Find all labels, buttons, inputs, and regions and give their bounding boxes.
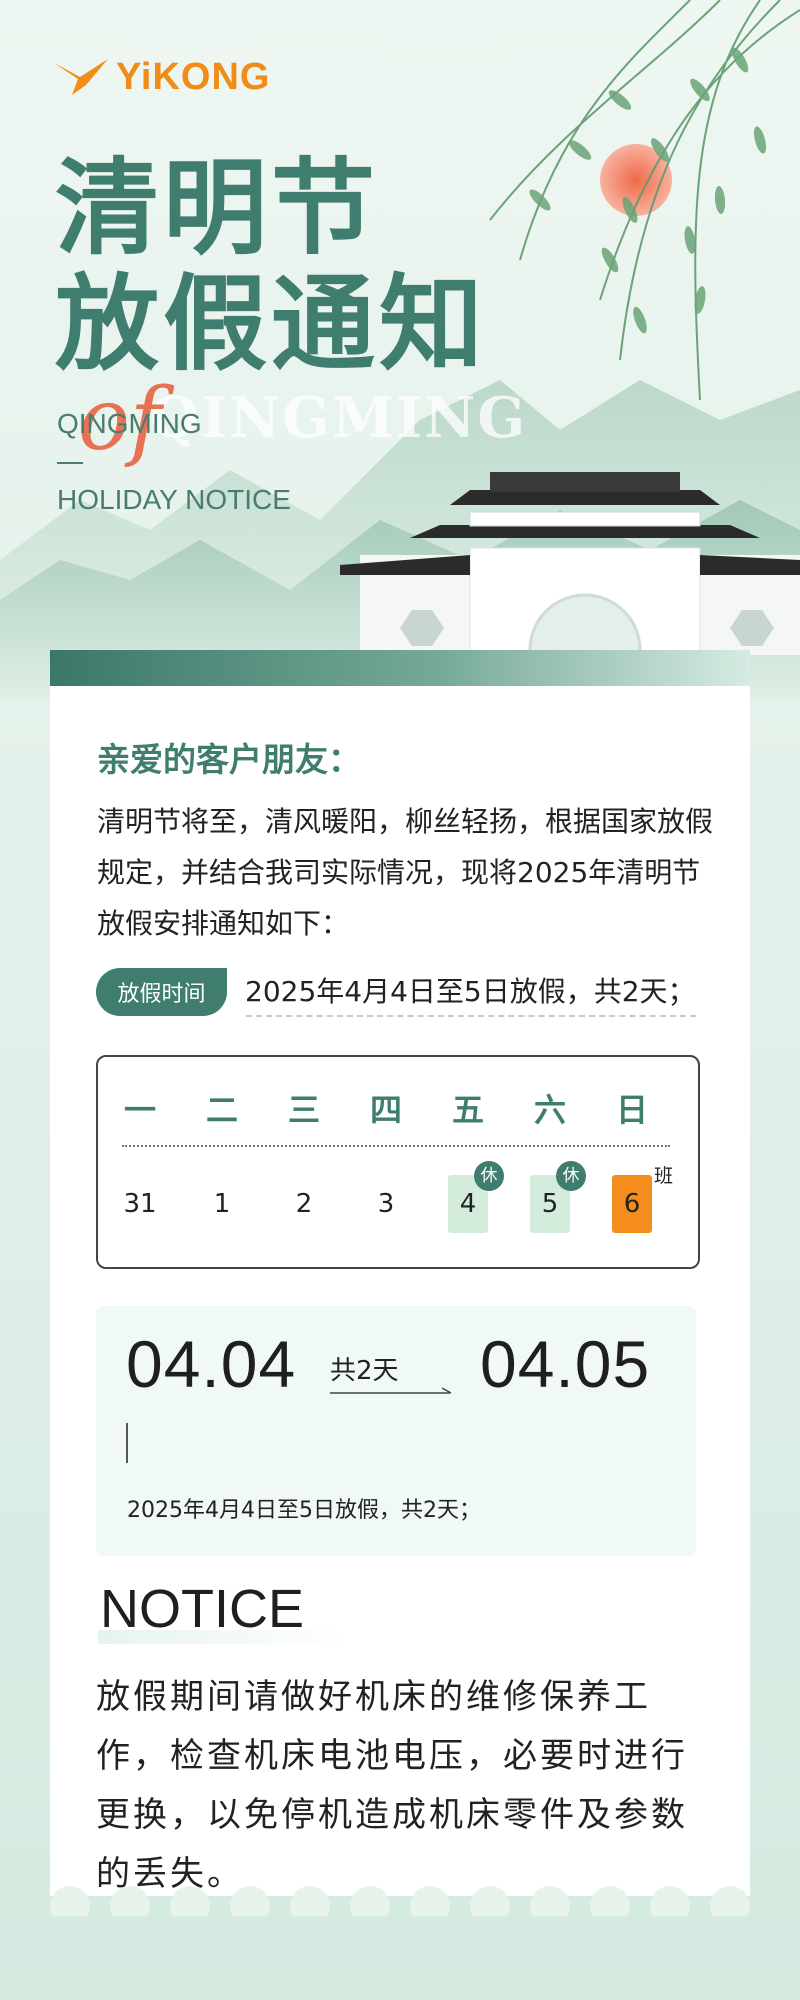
range-note: 2025年4月4日至5日放假，共2天； (127, 1498, 481, 1523)
greeting: 亲爱的客户朋友： (97, 740, 361, 779)
dashed-underline (246, 1015, 696, 1017)
rest-badge: 休 (474, 1161, 504, 1191)
day-1: 1 (213, 1189, 231, 1219)
day-6-workday: 6 (612, 1175, 652, 1233)
weekday-sat: 六 (533, 1091, 566, 1129)
intro-paragraph: 清明节将至，清风暖阳，柳丝轻扬，根据国家放假规定，并结合我司实际情况，现将202… (97, 805, 714, 940)
rest-badge: 休 (556, 1161, 586, 1191)
calendar-divider (122, 1145, 670, 1147)
subtitle: QINGMING HOLIDAY NOTICE (57, 408, 291, 516)
title-line-2: 放假通知 (55, 262, 488, 385)
holiday-time-tag: 放假时间 (96, 968, 227, 1016)
day-2: 2 (295, 1189, 313, 1219)
vertical-divider (126, 1423, 128, 1463)
start-date: 04.04 (126, 1327, 297, 1401)
weekday-tue: 二 (205, 1091, 238, 1129)
brand-logo: YiKONG (52, 55, 271, 99)
weekday-thu: 四 (369, 1091, 402, 1129)
subtitle-divider (57, 462, 83, 464)
subtitle-line-1: QINGMING (57, 408, 202, 439)
weekday-wed: 三 (287, 1091, 320, 1129)
scalloped-edge (50, 1886, 750, 1916)
notice-text: 放假期间请做好机床的维修保养工作，检查机床电池电压，必要时进行更换，以免停机造成… (96, 1677, 688, 1894)
weekday-sun: 日 (615, 1091, 648, 1129)
card-header-bar (50, 650, 750, 686)
page-title: 清明节 放假通知 (55, 150, 487, 382)
bird-logo-icon (54, 59, 108, 95)
brand-name: YiKONG (116, 55, 271, 98)
title-line-1: 清明节 (55, 146, 380, 269)
day-31: 31 (123, 1189, 157, 1219)
calendar: 一 二 三 四 五 六 日 31 1 2 3 4 5 6 休 休 班 (96, 1055, 700, 1269)
weekday-mon: 一 (123, 1091, 156, 1129)
notice-heading: NOTICE (100, 1579, 305, 1639)
subtitle-line-2: HOLIDAY NOTICE (57, 484, 291, 515)
duration-label: 共2天 (330, 1356, 399, 1386)
work-badge: 班 (654, 1165, 674, 1187)
arrow-right-icon (330, 1387, 452, 1394)
date-range-box: 04.04 共2天 04.05 2025年4月4日至5日放假，共2天； (96, 1306, 696, 1556)
weekday-fri: 五 (451, 1091, 484, 1129)
end-date: 04.05 (480, 1327, 651, 1401)
holiday-time-text: 2025年4月4日至5日放假，共2天； (245, 975, 696, 1008)
day-3: 3 (377, 1189, 395, 1219)
